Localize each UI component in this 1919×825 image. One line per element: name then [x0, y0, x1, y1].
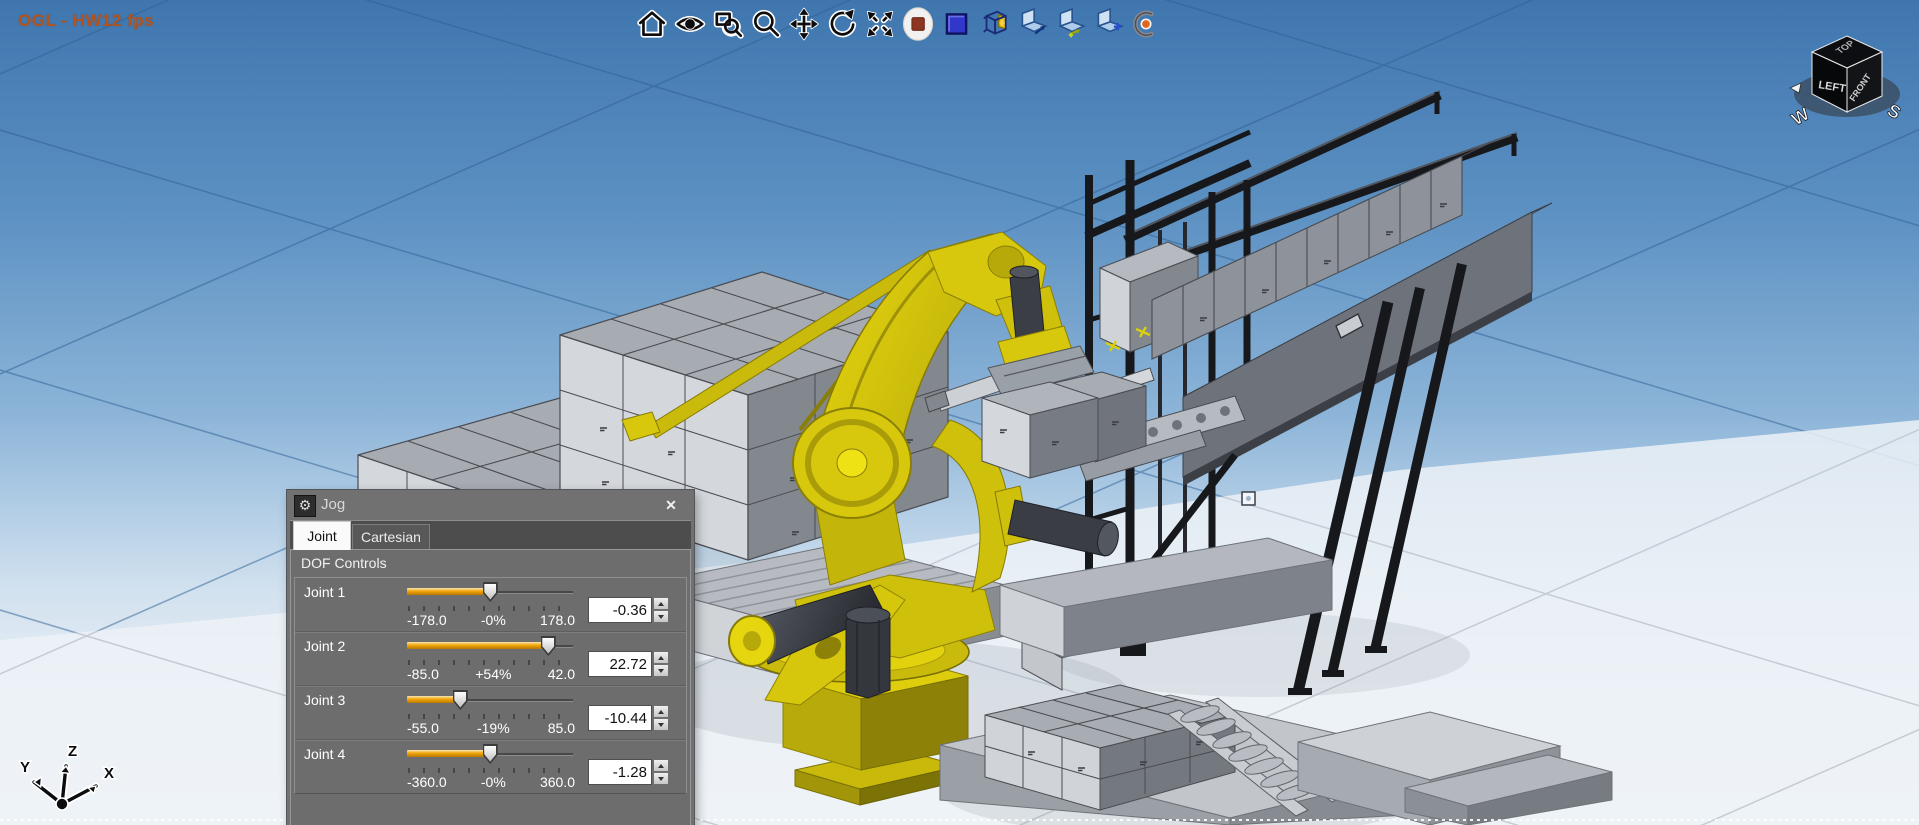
application-window: OGL - HW12 fps [0, 0, 1919, 825]
joint-4-percent: -0% [481, 774, 506, 790]
workplane-c-icon [1092, 5, 1124, 43]
joint-1-label: Joint 1 [304, 584, 345, 600]
cube-arrow-west [1790, 83, 1801, 93]
joint-1-slider-handle[interactable] [483, 582, 498, 602]
joint-1-value-input[interactable] [588, 597, 652, 623]
open-box-button[interactable] [975, 1, 1012, 47]
view-cube[interactable]: TOP LEFT FRONT W S [1788, 28, 1908, 140]
joint-3-min: -55.0 [407, 720, 439, 736]
jog-dialog-title: Jog [321, 496, 345, 513]
joint-2-value-input[interactable] [588, 651, 652, 677]
main-toolbar [633, 1, 1164, 47]
selection-marker[interactable] [1242, 492, 1255, 505]
joint-3-spinner [653, 705, 669, 731]
joint-2-spin-down[interactable] [653, 664, 669, 677]
jog-dialog: ⚙ Jog ✕ Joint Cartesian DOF Controls Joi… [287, 490, 694, 825]
joint-1-row: Joint 1 -178.0 -0% 178.0 [295, 578, 686, 632]
axis-label-x: X [104, 765, 114, 782]
axis-label-z: Z [68, 743, 77, 760]
joint-2-slider-handle[interactable] [541, 636, 556, 656]
workplane-b-icon [1054, 5, 1086, 43]
joint-4-spin-up[interactable] [653, 759, 669, 772]
joint-3-ticks [408, 714, 573, 719]
joint-2-row: Joint 2 -85.0 +54% 42.0 [295, 632, 686, 686]
joint-3-value-input[interactable] [588, 705, 652, 731]
joint-1-min: -178.0 [407, 612, 447, 628]
magnifier-icon [750, 5, 782, 43]
record-icon [902, 5, 934, 43]
tab-cartesian[interactable]: Cartesian [352, 524, 430, 549]
axis-label-y: Y [20, 759, 30, 776]
joint-3-spin-down[interactable] [653, 718, 669, 731]
eye-view-button[interactable] [671, 1, 708, 47]
joint-4-value-input[interactable] [588, 759, 652, 785]
joint-2-label: Joint 2 [304, 638, 345, 654]
workplane-a-button[interactable] [1013, 1, 1050, 47]
joint-2-percent: +54% [475, 666, 511, 682]
zoom-window-icon [712, 5, 744, 43]
jog-title-bar[interactable]: ⚙ Jog ✕ [287, 490, 694, 520]
zoom-window-button[interactable] [709, 1, 746, 47]
joint-2-min: -85.0 [407, 666, 439, 682]
joint-1-max: 178.0 [540, 612, 575, 628]
joint-1-percent: -0% [481, 612, 506, 628]
workplane-a-icon [1016, 5, 1048, 43]
joint-3-spin-up[interactable] [653, 705, 669, 718]
joint-4-max: 360.0 [540, 774, 575, 790]
solid-box-button[interactable] [937, 1, 974, 47]
workplane-b-button[interactable] [1051, 1, 1088, 47]
joint-4-slider[interactable] [407, 743, 573, 765]
joint-2-max: 42.0 [548, 666, 575, 682]
fit-to-view-button[interactable] [861, 1, 898, 47]
wireframe-box-icon [978, 5, 1010, 43]
axis-triad: Z Y X [18, 740, 128, 824]
joint-2-spinner [653, 651, 669, 677]
jog-tab-strip: Joint Cartesian [290, 520, 691, 550]
blue-square-icon [940, 5, 972, 43]
rotate-view-button[interactable] [823, 1, 860, 47]
joint-2-ticks [408, 660, 573, 665]
close-icon[interactable]: ✕ [661, 495, 681, 515]
rotation-center-button[interactable] [1127, 1, 1164, 47]
rotate-arrow-icon [826, 5, 858, 43]
fps-counter: OGL - HW12 fps [18, 11, 154, 31]
joint-3-row: Joint 3 -55.0 -19% 85.0 [295, 686, 686, 740]
dof-controls-title: DOF Controls [301, 555, 387, 571]
joint-1-spin-up[interactable] [653, 597, 669, 610]
joint-4-label: Joint 4 [304, 746, 345, 762]
joint-1-spinner [653, 597, 669, 623]
joint-3-slider[interactable] [407, 689, 573, 711]
rotation-center-icon [1130, 5, 1162, 43]
home-view-button[interactable] [633, 1, 670, 47]
joint-3-slider-handle[interactable] [453, 690, 468, 710]
joint-4-ticks [408, 768, 573, 773]
workplane-c-button[interactable] [1089, 1, 1126, 47]
joint-3-percent: -19% [477, 720, 510, 736]
joint-1-slider[interactable] [407, 581, 573, 603]
joint-3-max: 85.0 [548, 720, 575, 736]
record-button[interactable] [899, 1, 936, 47]
eye-icon [674, 5, 706, 43]
joint-1-spin-down[interactable] [653, 610, 669, 623]
joint-3-label: Joint 3 [304, 692, 345, 708]
joint-2-slider[interactable] [407, 635, 573, 657]
pan-button[interactable] [785, 1, 822, 47]
jog-content: DOF Controls Joint 1 -178.0 -0% 178.0 [290, 549, 691, 825]
joint-2-spin-up[interactable] [653, 651, 669, 664]
gear-icon: ⚙ [294, 495, 316, 517]
joint-4-spin-down[interactable] [653, 772, 669, 785]
joint-4-spinner [653, 759, 669, 785]
pan-arrows-icon [788, 5, 820, 43]
dof-rows: Joint 1 -178.0 -0% 178.0 [294, 577, 687, 794]
joint-1-ticks [408, 606, 573, 611]
home-icon [636, 5, 668, 43]
joint-4-min: -360.0 [407, 774, 447, 790]
zoom-button[interactable] [747, 1, 784, 47]
joint-4-slider-handle[interactable] [483, 744, 498, 764]
tab-joint[interactable]: Joint [293, 521, 351, 550]
expand-arrows-icon [864, 5, 896, 43]
joint-4-row: Joint 4 -360.0 -0% 360.0 [295, 740, 686, 793]
